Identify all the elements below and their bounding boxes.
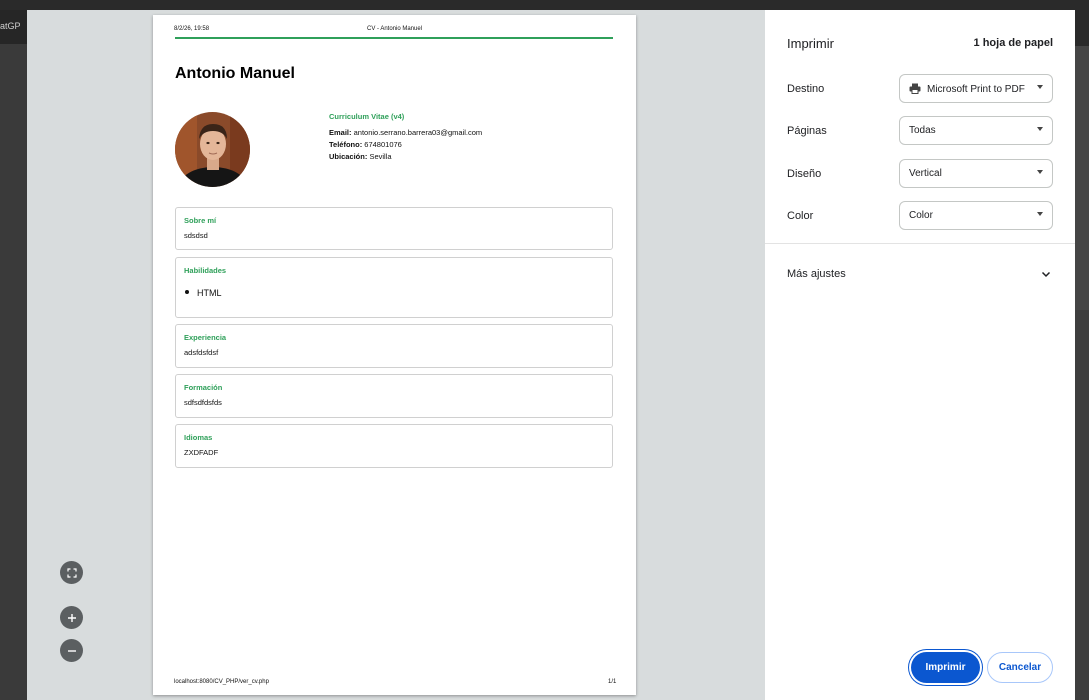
section-text: sdfsdfdsfds bbox=[184, 398, 222, 407]
print-dialog: 8/2/26, 19:58 CV - Antonio Manuel Antoni… bbox=[27, 10, 1075, 700]
section-text: sdsdsd bbox=[184, 231, 208, 240]
header-divider bbox=[175, 37, 613, 39]
section-about: Sobre mí sdsdsd bbox=[175, 207, 613, 250]
location-label: Ubicación: bbox=[329, 152, 368, 161]
section-title: Sobre mí bbox=[184, 216, 217, 225]
cancel-button[interactable]: Cancelar bbox=[987, 652, 1053, 683]
phone-value: 674801076 bbox=[364, 140, 402, 149]
color-value: Color bbox=[909, 210, 933, 221]
chevron-down-icon bbox=[1037, 170, 1043, 174]
pages-value: Todas bbox=[909, 125, 936, 136]
skill-label: HTML bbox=[197, 288, 222, 298]
cv-version: Curriculum Vitae (v4) bbox=[329, 112, 405, 121]
fit-to-page-icon bbox=[66, 568, 77, 578]
layout-label: Diseño bbox=[787, 168, 822, 180]
bullet-icon bbox=[185, 290, 189, 294]
chevron-down-icon[interactable] bbox=[1040, 268, 1052, 280]
print-button[interactable]: Imprimir bbox=[911, 652, 980, 683]
cv-name: Antonio Manuel bbox=[175, 65, 295, 82]
pages-select[interactable]: Todas bbox=[899, 116, 1053, 145]
plus-icon bbox=[67, 614, 76, 622]
section-skills: Habilidades HTML bbox=[175, 257, 613, 318]
minus-icon bbox=[67, 650, 76, 652]
chevron-down-icon bbox=[1037, 85, 1043, 89]
settings-divider bbox=[765, 243, 1075, 244]
print-preview-area: 8/2/26, 19:58 CV - Antonio Manuel Antoni… bbox=[27, 10, 765, 700]
email-line: Email: antonio.serrano.barrera03@gmail.c… bbox=[329, 128, 482, 137]
email-label: Email: bbox=[329, 128, 352, 137]
background-left-area bbox=[0, 10, 27, 700]
email-value: antonio.serrano.barrera03@gmail.com bbox=[353, 128, 483, 137]
background-tab-label: atGP bbox=[0, 10, 27, 44]
location-line: Ubicación: Sevilla bbox=[329, 152, 392, 161]
section-title: Idiomas bbox=[184, 433, 213, 442]
destination-select[interactable]: Microsoft Print to PDF bbox=[899, 74, 1053, 103]
print-title: Imprimir bbox=[787, 36, 834, 51]
zoom-out-button[interactable] bbox=[60, 639, 83, 662]
fit-to-page-button[interactable] bbox=[60, 561, 83, 584]
section-text: adsfdsfdsf bbox=[184, 348, 219, 357]
layout-select[interactable]: Vertical bbox=[899, 159, 1053, 188]
background-right-mid bbox=[1075, 46, 1089, 310]
section-text: ZXDFADF bbox=[184, 448, 219, 457]
profile-photo bbox=[175, 112, 250, 187]
chevron-down-icon bbox=[1037, 212, 1043, 216]
zoom-in-button[interactable] bbox=[60, 606, 83, 629]
pages-label: Páginas bbox=[787, 125, 827, 137]
background-right-top bbox=[1075, 10, 1089, 46]
sheet-count: 1 hoja de papel bbox=[973, 37, 1053, 49]
section-title: Experiencia bbox=[184, 333, 227, 342]
color-label: Color bbox=[787, 210, 814, 222]
background-top-bar bbox=[0, 0, 1089, 10]
destination-value: Microsoft Print to PDF bbox=[927, 84, 1025, 95]
section-title: Habilidades bbox=[184, 266, 227, 275]
location-value: Sevilla bbox=[369, 152, 392, 161]
section-title: Formación bbox=[184, 383, 223, 392]
printer-icon bbox=[909, 83, 921, 94]
destination-label: Destino bbox=[787, 83, 825, 95]
preview-page: 8/2/26, 19:58 CV - Antonio Manuel Antoni… bbox=[153, 15, 636, 695]
section-languages: Idiomas ZXDFADF bbox=[175, 424, 613, 468]
skill-item: HTML bbox=[185, 288, 222, 298]
more-settings-toggle[interactable]: Más ajustes bbox=[787, 268, 846, 280]
color-select[interactable]: Color bbox=[899, 201, 1053, 230]
section-experience: Experiencia adsfdsfdsf bbox=[175, 324, 613, 368]
page-footer-url: localhost:8080/CV_PHP/ver_cv.php bbox=[174, 679, 269, 685]
print-settings-panel: Imprimir 1 hoja de papel Destino Microso… bbox=[765, 10, 1075, 700]
destination-value-wrap: Microsoft Print to PDF bbox=[909, 83, 1025, 95]
phone-line: Teléfono: 674801076 bbox=[329, 140, 402, 149]
page-footer-number: 1/1 bbox=[608, 679, 617, 685]
page-header-title: CV - Antonio Manuel bbox=[366, 26, 423, 32]
layout-value: Vertical bbox=[909, 168, 942, 179]
chevron-down-icon bbox=[1037, 127, 1043, 131]
section-education: Formación sdfsdfdsfds bbox=[175, 374, 613, 418]
phone-label: Teléfono: bbox=[329, 140, 363, 149]
